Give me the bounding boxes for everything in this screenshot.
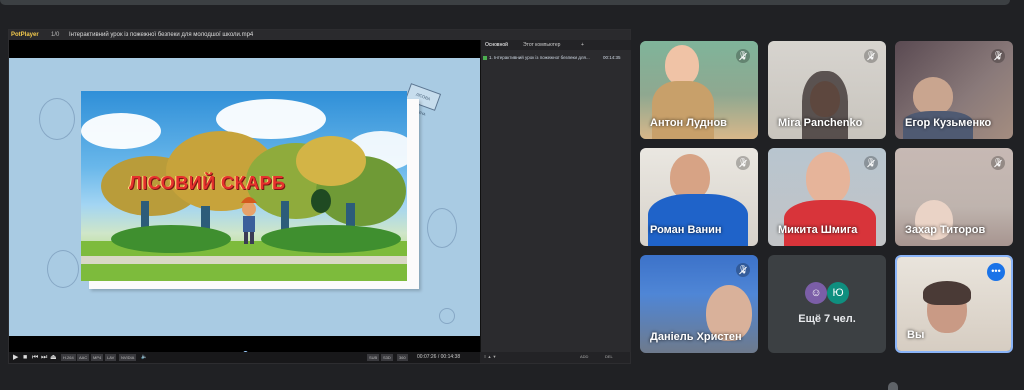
leaf-doodle [439,308,455,324]
self-name: Вы [907,329,925,341]
playlist-footer: ≡ ▲ ▼ ADD DEL [480,352,630,363]
player-titlebar[interactable]: PotPlayer 1/0 Інтерактивний урок із поже… [9,30,630,40]
codec-chip[interactable]: AAC [77,354,90,361]
s3d-chip[interactable]: S3D [381,354,393,361]
mic-off-icon: 🎙 [736,49,750,63]
participant-face [806,152,850,204]
more-participants-tile[interactable]: ☺ Ю Ещё 7 чел. [768,255,886,353]
participant-body [648,194,748,246]
codec-chip[interactable]: H.264 [61,354,76,361]
squirrel-doodle [47,250,79,288]
mic-off-icon: 🎙 [864,156,878,170]
eject-icon[interactable]: ⏏ [50,353,57,362]
film-title: ЛІСОВИЙ СКАРБ [129,173,286,193]
vr-chip[interactable]: 360 [397,354,408,361]
participant-tile[interactable]: 🎙 Mira Panchenko [768,41,886,139]
mic-off-icon: 🎙 [736,263,750,277]
participant-tile[interactable]: 🎙 Егор Кузьменко [895,41,1013,139]
cartoon-slide: ЛІСОВИЙ СКАРБ [81,91,407,281]
player-file-title: Інтерактивний урок із пожежної безпеки д… [69,32,254,38]
stop-icon[interactable]: ■ [23,353,27,362]
toolbar-peek [888,382,898,390]
player-app-name: PotPlayer [11,32,39,38]
participant-tile[interactable]: 🎙 Захар Титоров [895,148,1013,246]
mic-off-icon: 🎙 [736,156,750,170]
more-participants-label: Ещё 7 чел. [798,313,856,325]
sub-chip[interactable]: SUB [367,354,380,361]
playlist-tabs: Основной Этот компьютер + [481,40,631,50]
player-version: 1/0 [51,32,60,38]
participant-face [913,77,953,115]
participant-name: Mira Panchenko [778,117,863,129]
mic-off-icon: 🎙 [864,49,878,63]
avatar: ☺ [805,282,827,304]
top-bar [0,0,1024,7]
timecode: 00:07:26 / 00:14:38 [417,354,461,360]
sort-icon[interactable]: ≡ ▲ ▼ [484,354,496,359]
avatar: Ю [827,282,849,304]
mic-off-icon: 🎙 [991,156,1005,170]
codec-chip[interactable]: NVIDIA [119,354,137,361]
more-options-icon[interactable]: ••• [987,263,1005,281]
prev-icon[interactable]: ⏮ [32,353,38,362]
tab-add[interactable]: + [581,40,584,50]
playlist-item-duration: 00:14:35 [603,55,621,60]
participant-name: Антон Луднов [650,117,727,129]
self-tile[interactable]: ••• Вы [895,255,1013,353]
video-frame: ЛІСОВА ПОЛЯНА [9,58,480,336]
participant-tile[interactable]: 🎙 Антон Луднов [640,41,758,139]
delete-button[interactable]: DEL [605,354,613,359]
participant-name: Микита Шмига [778,224,858,236]
video-area[interactable]: ЛІСОВА ПОЛЯНА [9,40,480,356]
participant-name: Роман Ванин [650,224,722,236]
participant-name: Егор Кузьменко [905,117,992,129]
self-hair [923,281,971,305]
tab-main[interactable]: Основной [485,40,508,50]
playing-icon [483,56,487,60]
participant-face [665,45,699,85]
codec-chip[interactable]: MP4 [91,354,104,361]
participant-tile[interactable]: 🎙 Роман Ванин [640,148,758,246]
participant-tile[interactable]: 🎙 Микита Шмига [768,148,886,246]
next-icon[interactable]: ⏭ [41,353,47,362]
play-icon[interactable]: ▶ [13,353,18,362]
top-bar-handle [0,0,1010,5]
participant-body [652,81,714,139]
participant-name: Захар Титоров [905,224,986,236]
playlist-panel: Основной Этот компьютер + 1. Інтерактивн… [480,40,631,352]
codec-chip[interactable]: LAV [105,354,117,361]
shared-screen-player[interactable]: PotPlayer 1/0 Інтерактивний урок із поже… [8,29,631,364]
playlist-item-title: 1. Інтерактивний урок із пожежної безпек… [489,55,590,60]
tab-this-computer[interactable]: Этот компьютер [523,40,560,50]
participant-body [784,200,876,246]
mic-off-icon: 🎙 [991,49,1005,63]
dog-doodle [39,98,75,140]
add-button[interactable]: ADD [580,354,588,359]
volume-icon[interactable]: 🔈 [141,353,147,362]
tree-doodle [427,208,457,248]
participant-name: Даніель Христен [650,331,742,343]
time-current: 00:07:26 [417,354,437,360]
time-total: 00:14:38 [440,354,461,360]
participant-tile[interactable]: 🎙 Даніель Христен [640,255,758,353]
playlist-item[interactable]: 1. Інтерактивний урок із пожежної безпек… [481,54,631,62]
